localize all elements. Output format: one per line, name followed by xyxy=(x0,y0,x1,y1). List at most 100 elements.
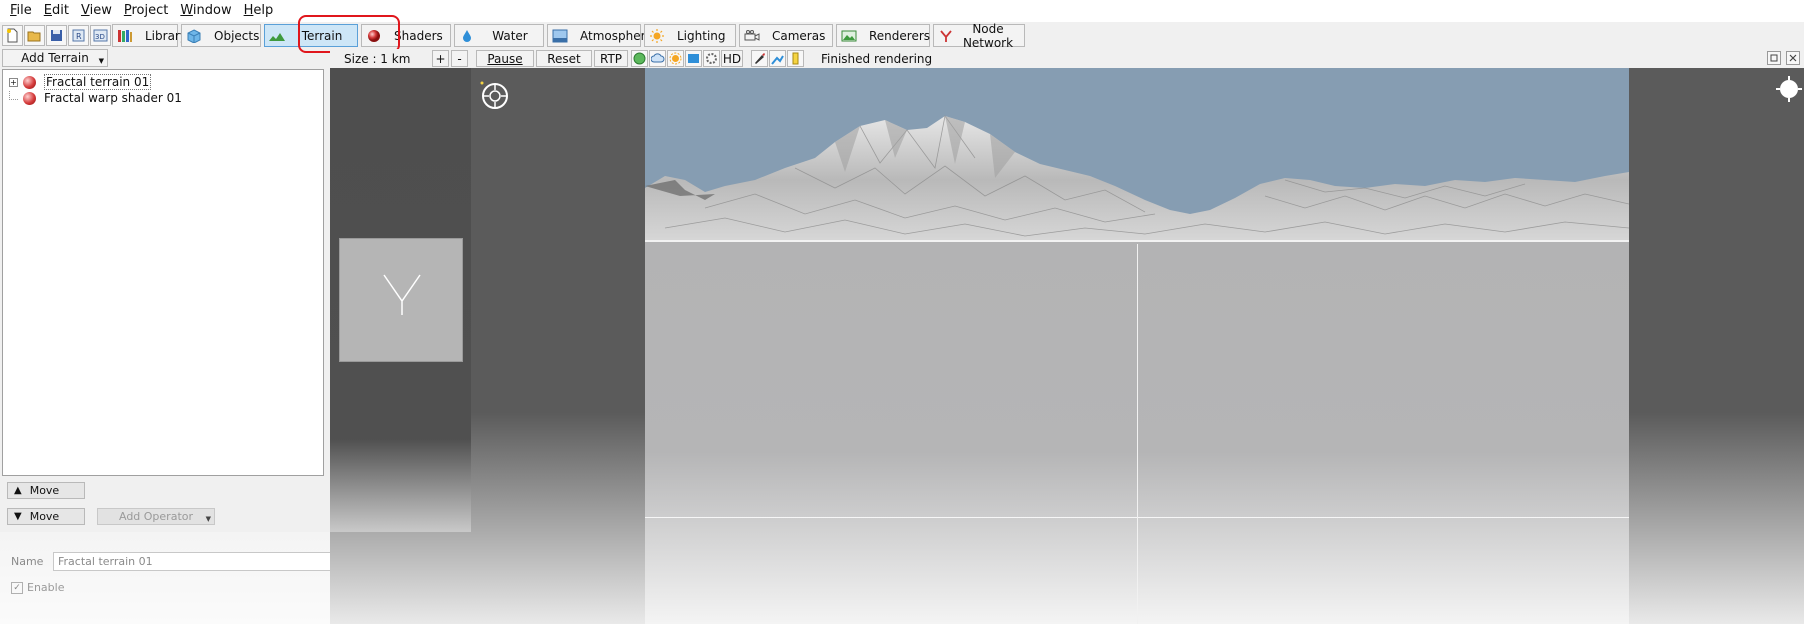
menu-edit[interactable]: Edit xyxy=(38,0,75,22)
pause-button[interactable]: Pause xyxy=(476,50,534,67)
menu-help-key: H xyxy=(243,3,254,18)
svg-text:R: R xyxy=(76,32,82,41)
rtp-button[interactable]: RTP xyxy=(594,50,628,67)
shader-ball-icon xyxy=(368,29,380,42)
pause-label: Pause xyxy=(487,51,523,66)
close-icon xyxy=(1789,54,1797,62)
brightness-toggle[interactable] xyxy=(787,50,804,67)
save-project-button[interactable] xyxy=(46,25,67,46)
add-operator-label: Add Operator xyxy=(118,510,194,523)
3d-viewport[interactable] xyxy=(330,68,1804,624)
menu-help[interactable]: Help xyxy=(238,0,280,22)
shaders-tab-button[interactable]: Shaders xyxy=(361,24,451,47)
node-network-icon xyxy=(940,29,952,42)
3d-view-icon: 3D xyxy=(93,29,108,42)
renderers-tab-button[interactable]: Renderers xyxy=(836,24,930,47)
menu-file-rest: ile xyxy=(16,3,32,18)
atmosphere-tab-button[interactable]: Atmosphere xyxy=(547,24,653,47)
tree-item-fractal-terrain[interactable]: + Fractal terrain 01 xyxy=(9,74,152,90)
water-tab-label: Water xyxy=(492,28,528,43)
library-tab-button[interactable]: Library xyxy=(112,24,187,47)
tree-item-label: Fractal terrain 01 xyxy=(44,74,152,90)
show-atmosphere-toggle[interactable] xyxy=(703,50,720,67)
renderers-tab-label: Renderers xyxy=(869,28,931,43)
arrow-down-icon: ▼ xyxy=(14,511,22,522)
render-status-text: Finished rendering xyxy=(821,51,933,66)
open-project-button[interactable] xyxy=(24,25,45,46)
gradient-bar-icon xyxy=(792,52,799,65)
shaders-tab-label: Shaders xyxy=(394,28,443,43)
camera-icon xyxy=(744,29,760,41)
lighting-tab-button[interactable]: Lighting xyxy=(644,24,736,47)
sculpt-tool-button[interactable] xyxy=(769,50,786,67)
render-r-icon: R xyxy=(72,29,85,42)
move-up-button[interactable]: ▲ Move xyxy=(7,482,85,499)
tree-connector xyxy=(9,90,18,100)
show-water-toggle[interactable] xyxy=(685,50,702,67)
show-terrain-toggle[interactable] xyxy=(631,50,648,67)
close-window-button[interactable] xyxy=(1786,51,1800,65)
checkbox-check-icon: ✓ xyxy=(11,581,23,594)
enable-label: Enable xyxy=(27,581,65,594)
brush-icon xyxy=(755,53,765,64)
show-clouds-toggle[interactable] xyxy=(649,50,666,67)
menu-window-key: W xyxy=(180,3,193,18)
restore-icon xyxy=(1770,54,1778,62)
menu-window[interactable]: Window xyxy=(174,0,237,22)
menu-view-rest: iew xyxy=(89,3,112,18)
camera-orbit-icon[interactable] xyxy=(480,80,510,110)
water-tab-button[interactable]: Water xyxy=(454,24,544,47)
tree-item-fractal-warp-shader[interactable]: Fractal warp shader 01 xyxy=(9,90,182,106)
water-icon xyxy=(688,54,699,63)
render-settings-button[interactable]: R xyxy=(68,25,89,46)
reset-button[interactable]: Reset xyxy=(536,50,592,67)
dropdown-arrow-icon: ▼ xyxy=(98,57,104,65)
add-operator-button[interactable]: Add Operator ▼ xyxy=(97,508,215,525)
node-network-tab-button[interactable]: Node Network xyxy=(933,21,1025,50)
menu-edit-key: E xyxy=(43,3,52,18)
terrain-tab-label: Terrain xyxy=(301,28,343,43)
lighting-tab-label: Lighting xyxy=(677,28,726,43)
terrain-tab-button[interactable]: Terrain xyxy=(264,24,358,47)
sun-icon xyxy=(650,28,664,43)
mountain-range xyxy=(645,115,1629,244)
tree-expand-icon[interactable]: + xyxy=(9,77,18,87)
show-sun-toggle[interactable] xyxy=(667,50,684,67)
add-terrain-button[interactable]: Add Terrain ▼ xyxy=(2,49,108,67)
new-project-button[interactable] xyxy=(2,25,23,46)
zoom-out-button[interactable]: - xyxy=(451,50,468,67)
menu-view[interactable]: View xyxy=(75,0,118,22)
grid-horizon-line xyxy=(645,240,1629,242)
name-field[interactable]: Fractal terrain 01 xyxy=(53,552,367,571)
renderer-icon xyxy=(841,30,857,41)
terrain-size-label: Size : 1 km xyxy=(344,51,411,66)
dropdown-arrow-icon: ▼ xyxy=(205,515,211,523)
hd-button[interactable]: HD xyxy=(721,50,743,67)
move-up-label: Move xyxy=(29,484,60,497)
sun-position-icon[interactable] xyxy=(1776,76,1802,102)
menu-file[interactable]: File xyxy=(4,0,38,22)
cameras-tab-button[interactable]: Cameras xyxy=(739,24,833,47)
node-network-tab-label: Node Network xyxy=(962,21,1014,50)
menu-project[interactable]: Project xyxy=(118,0,175,22)
objects-tab-label: Objects xyxy=(214,28,260,43)
zoom-in-button[interactable]: + xyxy=(432,50,449,67)
cube-icon xyxy=(187,28,201,43)
new-file-icon xyxy=(7,28,18,43)
shader-ball-icon xyxy=(23,75,36,89)
books-icon xyxy=(118,29,132,42)
objects-tab-button[interactable]: Objects xyxy=(181,24,261,47)
move-down-button[interactable]: ▼ Move xyxy=(7,508,85,525)
atmosphere-ring-icon xyxy=(706,53,717,64)
menu-bar: File Edit View Project Window Help xyxy=(0,0,1804,22)
terrain-icon xyxy=(269,28,285,43)
move-down-label: Move xyxy=(29,510,60,523)
navigation-widget[interactable] xyxy=(339,238,463,362)
arrow-up-icon: ▲ xyxy=(14,485,22,496)
paint-tool-button[interactable] xyxy=(751,50,768,67)
atmosphere-icon xyxy=(552,29,568,42)
restore-window-button[interactable] xyxy=(1767,51,1781,65)
enable-checkbox[interactable]: ✓ Enable xyxy=(11,581,64,594)
3d-preview-button[interactable]: 3D xyxy=(90,25,111,46)
sculpt-icon xyxy=(771,55,784,65)
